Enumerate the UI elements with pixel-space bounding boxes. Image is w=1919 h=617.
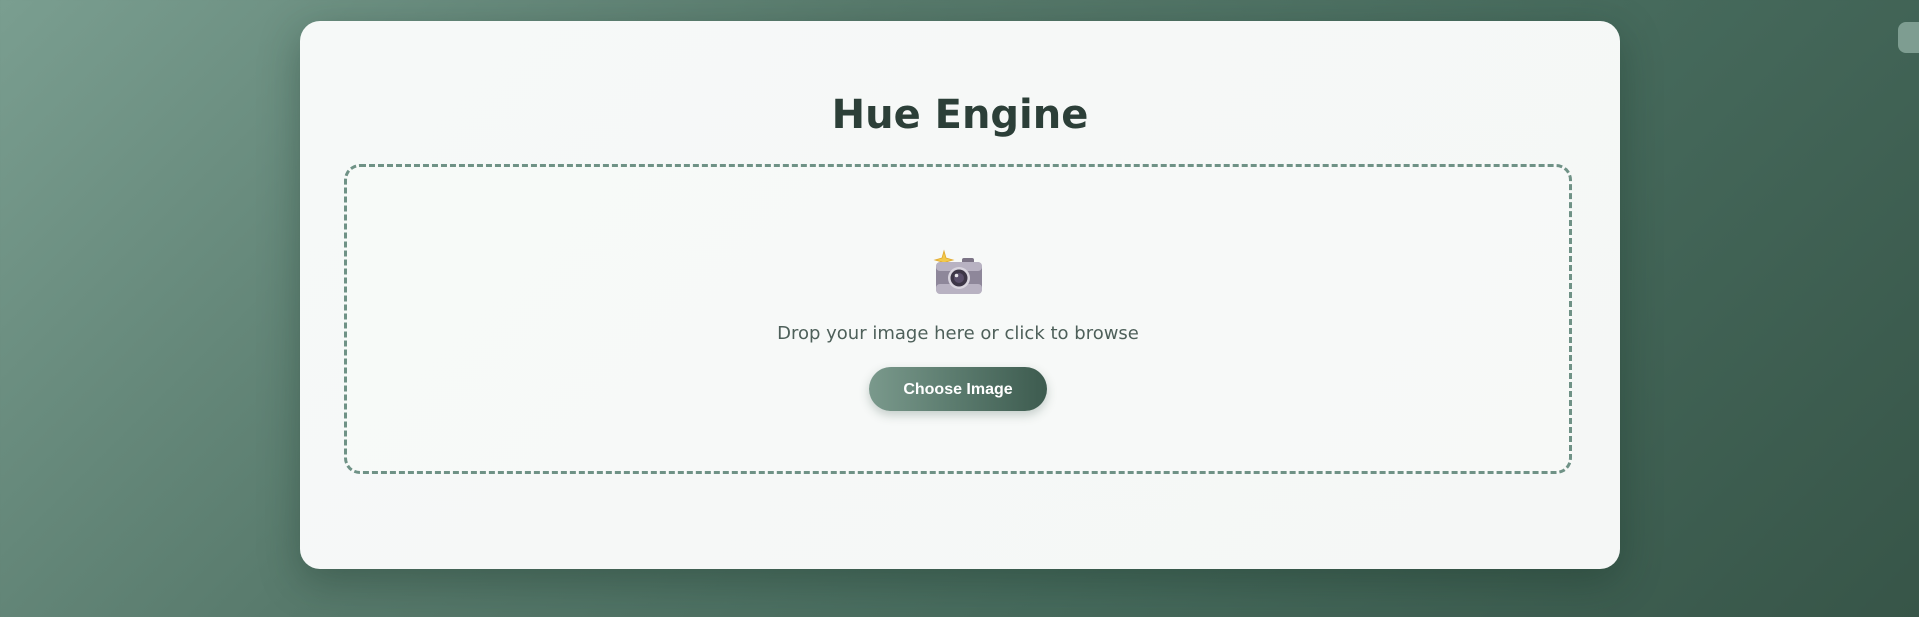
dropzone-prompt: Drop your image here or click to browse: [777, 323, 1139, 344]
side-panel-toggle[interactable]: [1898, 22, 1919, 53]
page-title: Hue Engine: [831, 92, 1089, 138]
camera-flash-icon: [933, 249, 982, 294]
image-dropzone[interactable]: Drop your image here or click to browse …: [344, 164, 1572, 474]
choose-image-button[interactable]: Choose Image: [869, 367, 1047, 411]
main-card: Hue Engine Drop your image here or click…: [300, 21, 1620, 569]
